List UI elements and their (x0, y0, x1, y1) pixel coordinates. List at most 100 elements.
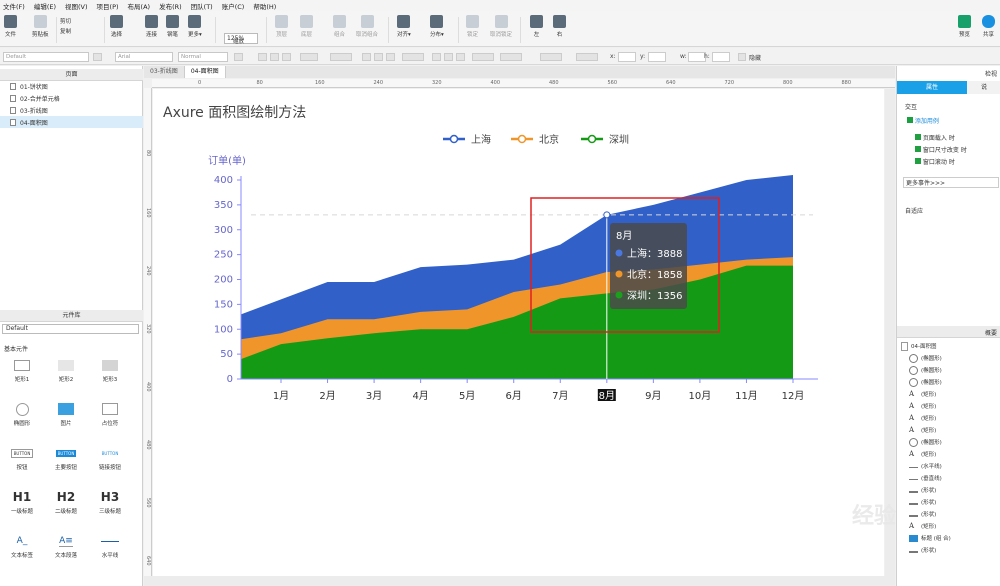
widget-item[interactable]: H1 一级标题 (0, 490, 44, 528)
valign-bottom-button[interactable] (456, 53, 465, 61)
line-button[interactable] (576, 53, 598, 61)
widget-item[interactable]: 椭圆形 (0, 402, 44, 440)
widget-item[interactable]: 图片 (44, 402, 88, 440)
widget-item[interactable]: 矩形1 (0, 358, 44, 396)
event-window-resize[interactable]: 窗口尺寸改变 时 (915, 145, 967, 154)
cut-label[interactable]: 剪切 (60, 17, 71, 25)
opacity-button[interactable] (540, 53, 562, 61)
outline-item[interactable]: (椭圆形) (897, 352, 1000, 364)
widget-item[interactable]: A≡ 文本段落 (44, 534, 88, 572)
copy-label[interactable]: 复制 (60, 27, 71, 35)
fill-color-button[interactable] (300, 53, 318, 61)
valign-top-button[interactable] (432, 53, 441, 61)
widget-item[interactable]: 占位符 (88, 402, 132, 440)
lock-button[interactable]: 锁定 (466, 15, 479, 38)
list-button[interactable] (472, 53, 494, 61)
widget-item[interactable]: 矩形2 (44, 358, 88, 396)
x-input[interactable] (618, 52, 636, 62)
widget-item[interactable]: BUTTON 按钮 (0, 446, 44, 484)
tab-04[interactable]: 04-面积图 (184, 66, 226, 78)
add-case-link[interactable]: 添加用例 (907, 116, 939, 125)
font-select[interactable]: Arial (115, 52, 173, 62)
valign-mid-button[interactable] (444, 53, 453, 61)
select-button[interactable]: 选择 (110, 15, 123, 38)
more-button[interactable]: 更多▾ (188, 15, 202, 38)
page-canvas[interactable]: Axure 面积图绘制方法 0 50 100 150 200 250 300 350 400 订单… (153, 89, 884, 577)
group-button[interactable]: 组合 (333, 15, 346, 38)
outline-item[interactable]: (水平线) (897, 460, 1000, 472)
border-button[interactable] (330, 53, 352, 61)
outline-item[interactable]: (垂直线) (897, 472, 1000, 484)
library-select[interactable]: Default (2, 324, 139, 334)
widget-item[interactable]: H3 三级标题 (88, 490, 132, 528)
outline-item[interactable]: 标题 (组 合) (897, 532, 1000, 544)
shadow-button[interactable] (500, 53, 522, 61)
event-page-load[interactable]: 页面载入 时 (915, 133, 955, 142)
outline-item[interactable]: (椭圆形) (897, 364, 1000, 376)
y-input[interactable] (648, 52, 666, 62)
widget-item[interactable]: 矩形3 (88, 358, 132, 396)
outline-item[interactable]: A (矩形) (897, 448, 1000, 460)
left-button[interactable]: 左 (530, 15, 543, 38)
italic-button[interactable] (270, 53, 279, 61)
font-size-button[interactable] (234, 53, 243, 61)
h-input[interactable] (712, 52, 730, 62)
menu-item-1[interactable]: 编辑(E) (34, 1, 56, 11)
widget-item[interactable]: BUTTON 链接按钮 (88, 446, 132, 484)
widget-item[interactable]: 水平线 (88, 534, 132, 572)
style-select[interactable]: Default (3, 52, 89, 62)
bold-button[interactable] (258, 53, 267, 61)
page-item[interactable]: 04-面积图 (0, 116, 143, 128)
share-button[interactable]: 共享 (982, 15, 995, 38)
page-item[interactable]: 01-饼状图 (0, 80, 143, 92)
page-item[interactable]: 02-合并单元格 (0, 92, 143, 104)
menu-item-3[interactable]: 项目(P) (97, 1, 119, 11)
align-center-button[interactable] (374, 53, 383, 61)
menu-item-0[interactable]: 文件(F) (3, 1, 25, 11)
unlock-button[interactable]: 取消锁定 (490, 15, 512, 38)
style-edit-button[interactable] (93, 53, 102, 61)
menu-item-8[interactable]: 帮助(H) (253, 1, 276, 11)
menu-item-2[interactable]: 视图(V) (65, 1, 88, 11)
widget-item[interactable]: A_ 文本标签 (0, 534, 44, 572)
hidden-checkbox[interactable] (738, 53, 746, 61)
align-left-button[interactable] (362, 53, 371, 61)
padding-button[interactable] (402, 53, 424, 61)
weight-select[interactable]: Normal (178, 52, 228, 62)
outline-item[interactable]: (椭圆形) (897, 436, 1000, 448)
menu-item-5[interactable]: 发布(R) (159, 1, 182, 11)
preview-button[interactable]: 预览 (958, 15, 971, 38)
bottom-layer-button[interactable]: 底层 (300, 15, 313, 38)
align-right-button[interactable] (386, 53, 395, 61)
tab-03[interactable]: 03-折线图 (144, 66, 185, 78)
underline-button[interactable] (282, 53, 291, 61)
ungroup-button[interactable]: 取消组合 (356, 15, 378, 38)
align-button[interactable]: 对齐▾ (397, 15, 411, 38)
connect-button[interactable]: 连接 (145, 15, 158, 38)
clipboard-button[interactable]: 剪贴板 (32, 15, 49, 38)
outline-item[interactable]: A (矩形) (897, 400, 1000, 412)
file-button[interactable]: 文件 (4, 15, 17, 38)
distribute-button[interactable]: 分布▾ (430, 15, 444, 38)
widget-item[interactable]: H2 二级标题 (44, 490, 88, 528)
widget-item[interactable]: BUTTON 主要按钮 (44, 446, 88, 484)
outline-page[interactable]: 04-面积图 (897, 340, 1000, 352)
menu-item-7[interactable]: 账户(C) (222, 1, 245, 11)
tab-notes[interactable]: 说 (967, 81, 1000, 94)
outline-item[interactable]: (形状) (897, 544, 1000, 556)
event-window-scroll[interactable]: 窗口滚动 时 (915, 157, 955, 166)
more-events-select[interactable]: 更多事件>>> (903, 177, 999, 188)
tab-properties[interactable]: 属性 (897, 81, 967, 94)
right-button[interactable]: 右 (553, 15, 566, 38)
menu-item-6[interactable]: 团队(T) (191, 1, 213, 11)
outline-item[interactable]: A (矩形) (897, 412, 1000, 424)
horizontal-scrollbar[interactable] (144, 576, 895, 586)
page-item[interactable]: 03-折线图 (0, 104, 143, 116)
menu-item-4[interactable]: 布局(A) (128, 1, 151, 11)
pen-button[interactable]: 钢笔 (166, 15, 179, 38)
outline-item[interactable]: (椭圆形) (897, 376, 1000, 388)
outline-item[interactable]: (形状) (897, 484, 1000, 496)
top-layer-button[interactable]: 顶层 (275, 15, 288, 38)
outline-item[interactable]: A (矩形) (897, 388, 1000, 400)
outline-item[interactable]: A (矩形) (897, 424, 1000, 436)
